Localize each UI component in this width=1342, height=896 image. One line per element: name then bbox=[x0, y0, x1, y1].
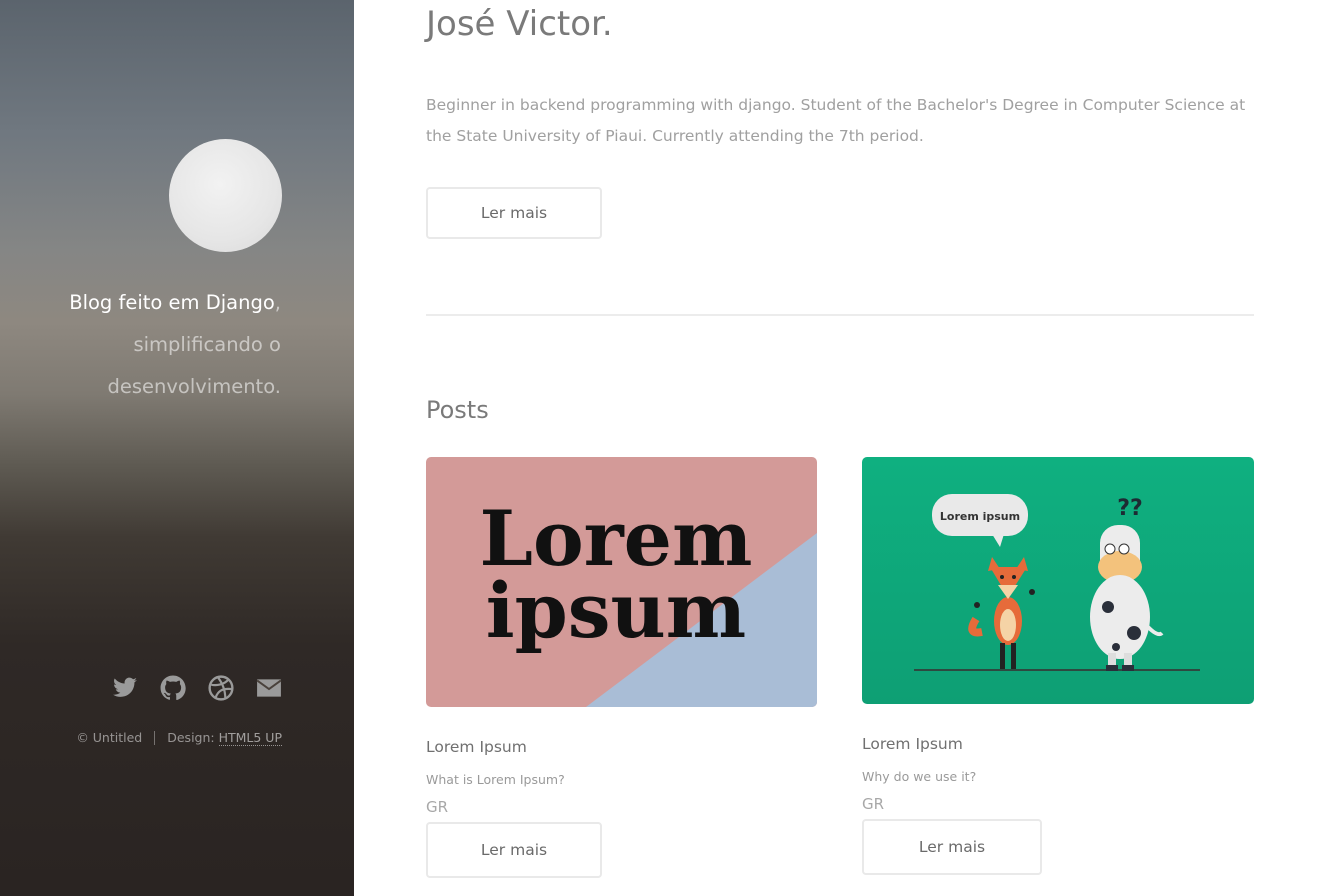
tagline-comma: , bbox=[274, 291, 281, 314]
post-image-2[interactable]: Lorem ipsum ?? bbox=[862, 457, 1254, 704]
image-text-ipsum: ipsum bbox=[486, 566, 746, 655]
avatar[interactable] bbox=[169, 139, 282, 252]
html5up-link[interactable]: HTML5 UP bbox=[218, 730, 282, 746]
post-title-1[interactable]: Lorem Ipsum bbox=[426, 738, 527, 756]
post-title-2[interactable]: Lorem Ipsum bbox=[862, 735, 963, 753]
post-author-1: GR bbox=[426, 798, 449, 816]
copyright-text: © Untitled bbox=[76, 730, 143, 745]
bubble-text: Lorem ipsum bbox=[940, 510, 1020, 523]
question-marks: ?? bbox=[1117, 496, 1143, 521]
section-divider bbox=[426, 314, 1254, 316]
copyright: © Untitled Design: HTML5 UP bbox=[76, 730, 282, 746]
divider bbox=[154, 730, 156, 745]
social-links bbox=[112, 675, 282, 701]
post-read-more-button-2[interactable]: Ler mais bbox=[862, 819, 1042, 875]
post-subtitle-1: What is Lorem Ipsum? bbox=[426, 772, 565, 787]
post-image-1[interactable]: Lorem ipsum bbox=[426, 457, 817, 707]
design-label: Design: bbox=[167, 730, 215, 745]
bio-text: Beginner in backend programming with dja… bbox=[426, 96, 1246, 145]
sidebar: Blog feito em Django, simplificando o de… bbox=[0, 0, 354, 896]
page-title: José Victor. bbox=[426, 4, 613, 44]
post-read-more-button-1[interactable]: Ler mais bbox=[426, 822, 602, 878]
read-more-button[interactable]: Ler mais bbox=[426, 187, 602, 239]
tagline-line-3: desenvolvimento. bbox=[107, 375, 281, 398]
dribbble-icon[interactable] bbox=[208, 675, 234, 701]
post-subtitle-2: Why do we use it? bbox=[862, 769, 977, 784]
twitter-icon[interactable] bbox=[112, 675, 138, 701]
envelope-icon[interactable] bbox=[256, 675, 282, 701]
tagline-line-2: simplificando o bbox=[133, 333, 281, 356]
tagline-strong: Blog feito em Django bbox=[69, 291, 275, 314]
post-author-2: GR bbox=[862, 795, 885, 813]
posts-heading: Posts bbox=[426, 396, 489, 424]
github-icon[interactable] bbox=[160, 675, 186, 701]
design-credit: Design: HTML5 UP bbox=[167, 730, 282, 746]
sidebar-tagline: Blog feito em Django, simplificando o de… bbox=[1, 282, 281, 408]
